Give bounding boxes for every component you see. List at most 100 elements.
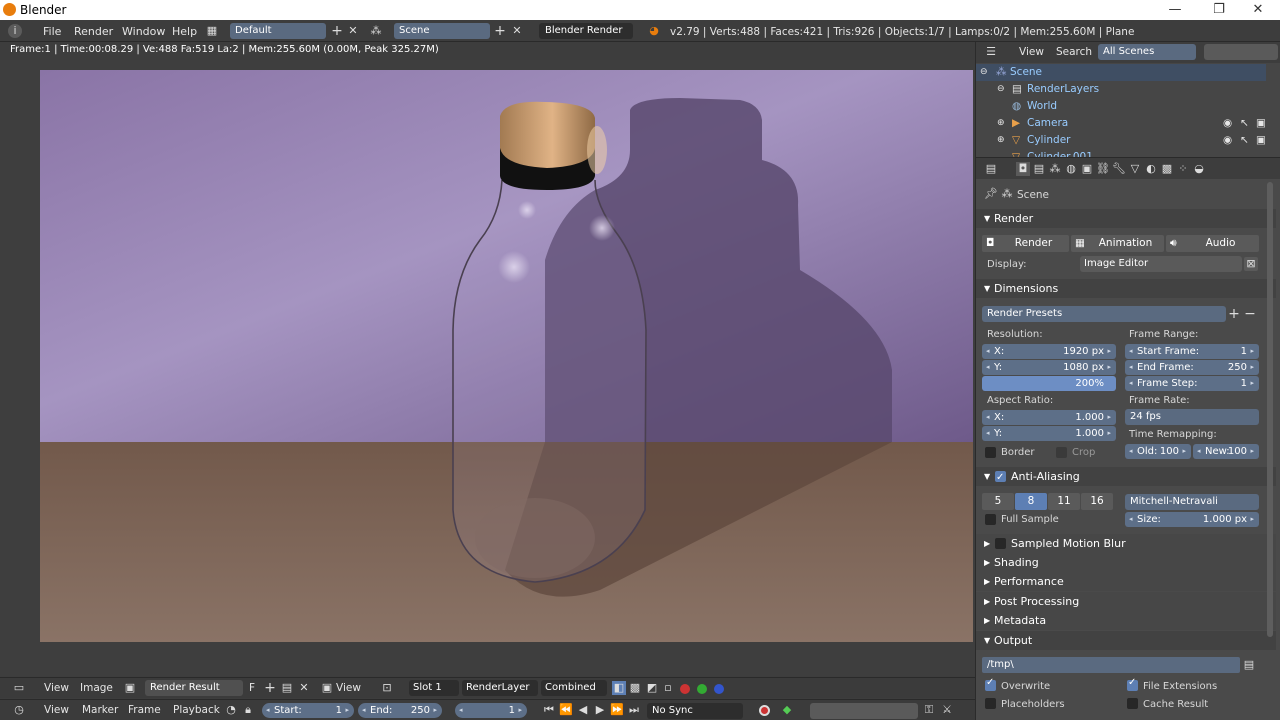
delete-scene-icon[interactable]: ✕ [510, 24, 524, 38]
motion-blur-panel-header[interactable]: ▶ Sampled Motion Blur [976, 534, 1276, 553]
outliner-search-menu[interactable]: Search [1056, 46, 1092, 58]
image-view-menu[interactable]: View [44, 682, 69, 694]
aa-filter-select[interactable]: Mitchell-Netravali [1125, 494, 1259, 510]
select-cursor-icon[interactable]: ↖ [1240, 132, 1249, 149]
frame-rate-select[interactable]: 24 fps [1125, 409, 1259, 425]
material-tab-icon[interactable]: ◐ [1144, 162, 1158, 176]
overwrite-checkbox[interactable] [985, 677, 996, 691]
sync-mode-select[interactable]: No Sync [647, 703, 743, 719]
add-preset-icon[interactable]: + [1227, 307, 1241, 321]
frame-menu[interactable]: Frame [128, 704, 161, 716]
resolution-x-field[interactable]: ◂ X: 1920 px ▸ [982, 344, 1116, 359]
outliner-filter-select[interactable]: All Scenes [1098, 44, 1196, 60]
post-processing-panel-header[interactable]: ▶ Post Processing [976, 592, 1276, 611]
menu-render[interactable]: Render [74, 25, 113, 38]
render-camera-icon[interactable]: ▣ [1256, 132, 1266, 149]
border-checkbox[interactable] [985, 447, 996, 458]
outliner-item-cylinder[interactable]: ⊕ ▽ Cylinder ◉ ↖ ▣ [976, 132, 1266, 149]
remove-preset-icon[interactable]: − [1243, 307, 1257, 321]
aa-samples-5[interactable]: 5 [982, 493, 1014, 510]
constraints-tab-icon[interactable]: ⛓ [1096, 162, 1110, 176]
dimensions-panel-header[interactable]: ▼ Dimensions [976, 279, 1276, 298]
blue-channel-icon[interactable] [714, 684, 724, 694]
anti-aliasing-checkbox[interactable] [995, 468, 1006, 487]
slot-select[interactable]: Slot 1 [409, 680, 459, 696]
insert-keyframe-icon[interactable]: ⚿ [922, 703, 936, 717]
outliner-search-field[interactable] [1204, 44, 1278, 60]
outliner-item-cylinder-001[interactable]: ▽ Cylinder.001 [976, 149, 1266, 157]
render-tab-icon[interactable]: ◘ [1016, 162, 1030, 176]
lock-interface-icon[interactable]: ⊠ [1244, 257, 1258, 271]
close-window-button[interactable]: ✕ [1243, 1, 1273, 19]
play-icon[interactable]: ▶ [593, 703, 607, 717]
scene-selector-icon[interactable]: ⁂ [369, 24, 383, 38]
visibility-eye-icon[interactable]: ◉ [1223, 115, 1232, 132]
new-image-icon[interactable]: + [263, 681, 277, 695]
performance-panel-header[interactable]: ▶ Performance [976, 572, 1276, 591]
cache-result-checkbox[interactable] [1127, 698, 1138, 709]
end-frame-field[interactable]: ◂ End: 250 ▸ [358, 703, 442, 718]
aa-samples-8[interactable]: 8 [1015, 493, 1047, 510]
red-channel-icon[interactable] [680, 684, 690, 694]
screen-layout-field[interactable]: Default [230, 23, 326, 39]
green-channel-icon[interactable] [697, 684, 707, 694]
menu-window[interactable]: Window [122, 25, 165, 38]
minimize-button[interactable]: — [1160, 1, 1190, 19]
aa-samples-16[interactable]: 16 [1081, 493, 1113, 510]
render-pass-select[interactable]: Combined [541, 680, 607, 696]
next-keyframe-icon[interactable]: ⏩ [610, 703, 624, 717]
visibility-eye-icon[interactable]: ◉ [1223, 132, 1232, 149]
outliner-editor-icon[interactable]: ☰ [984, 45, 998, 59]
aspect-x-field[interactable]: ◂ X: 1.000 ▸ [982, 410, 1116, 425]
properties-editor-icon[interactable]: ▤ [984, 162, 998, 176]
select-cursor-icon[interactable]: ↖ [1240, 115, 1249, 132]
add-layout-icon[interactable]: + [330, 24, 344, 38]
alpha-icon[interactable]: ▩ [628, 681, 642, 695]
properties-scrollbar[interactable] [1267, 182, 1273, 637]
jump-end-icon[interactable]: ⏭ [627, 703, 641, 717]
open-image-icon[interactable]: ▤ [280, 681, 294, 695]
image-editor-viewport[interactable] [0, 60, 975, 676]
object-tab-icon[interactable]: ▣ [1080, 162, 1094, 176]
scene-tab-icon[interactable]: ⁂ [1048, 162, 1062, 176]
audio-button[interactable]: 🔊︎ Audio [1166, 235, 1259, 252]
outliner-item-scene[interactable]: ⊖ ⁂ Scene [976, 64, 1266, 81]
rgb-icon[interactable]: ▫ [661, 681, 675, 695]
preview-range-icon[interactable]: ◔ [224, 703, 238, 717]
screen-layout-icon[interactable]: ▦ [205, 24, 219, 38]
timeline-editor-icon[interactable]: ◷ [12, 703, 26, 717]
view-mode-select[interactable]: View [336, 682, 361, 694]
image-browse-icon[interactable]: ▣ [123, 681, 137, 695]
unlink-image-icon[interactable]: ✕ [297, 681, 311, 695]
start-frame-input[interactable]: ◂ Start Frame: 1 ▸ [1125, 344, 1259, 359]
data-tab-icon[interactable]: ▽ [1128, 162, 1142, 176]
lock-icon[interactable]: 🔒︎ [241, 703, 255, 717]
anti-aliasing-panel-header[interactable]: ▼Anti-Aliasing [976, 467, 1276, 487]
frame-step-input[interactable]: ◂ Frame Step: 1 ▸ [1125, 376, 1259, 391]
delete-layout-icon[interactable]: ✕ [346, 24, 360, 38]
current-frame-field[interactable]: ◂ 1 ▸ [455, 703, 527, 718]
add-scene-icon[interactable]: + [493, 24, 507, 38]
image-name-field[interactable]: Render Result [145, 680, 243, 696]
file-browse-icon[interactable]: ▤ [1242, 658, 1256, 672]
editor-type-icon[interactable]: ▭ [12, 681, 26, 695]
end-frame-input[interactable]: ◂ End Frame: 250 ▸ [1125, 360, 1259, 375]
auto-keying-icon[interactable] [759, 705, 770, 716]
shading-panel-header[interactable]: ▶ Shading [976, 553, 1276, 572]
full-sample-checkbox[interactable] [985, 514, 996, 525]
texture-tab-icon[interactable]: ▩ [1160, 162, 1174, 176]
playback-menu[interactable]: Playback [173, 704, 220, 716]
placeholders-checkbox[interactable] [985, 698, 996, 709]
render-presets-select[interactable]: Render Presets [982, 306, 1226, 322]
info-editor-icon[interactable]: i [8, 24, 22, 38]
aa-size-field[interactable]: ◂ Size: 1.000 px ▸ [1125, 512, 1259, 527]
outliner-view-menu[interactable]: View [1019, 46, 1044, 58]
outliner-item-camera[interactable]: ⊕ ▶ Camera ◉ ↖ ▣ [976, 115, 1266, 132]
render-engine-select[interactable]: Blender Render [539, 23, 633, 39]
keying-set-field[interactable] [810, 703, 918, 719]
timeline-view-menu[interactable]: View [44, 704, 69, 716]
world-tab-icon[interactable]: ◍ [1064, 162, 1078, 176]
pivot-icon[interactable]: ⊡ [380, 681, 394, 695]
animation-button[interactable]: ▦ Animation [1071, 235, 1164, 252]
physics-tab-icon[interactable]: ◒ [1192, 162, 1206, 176]
